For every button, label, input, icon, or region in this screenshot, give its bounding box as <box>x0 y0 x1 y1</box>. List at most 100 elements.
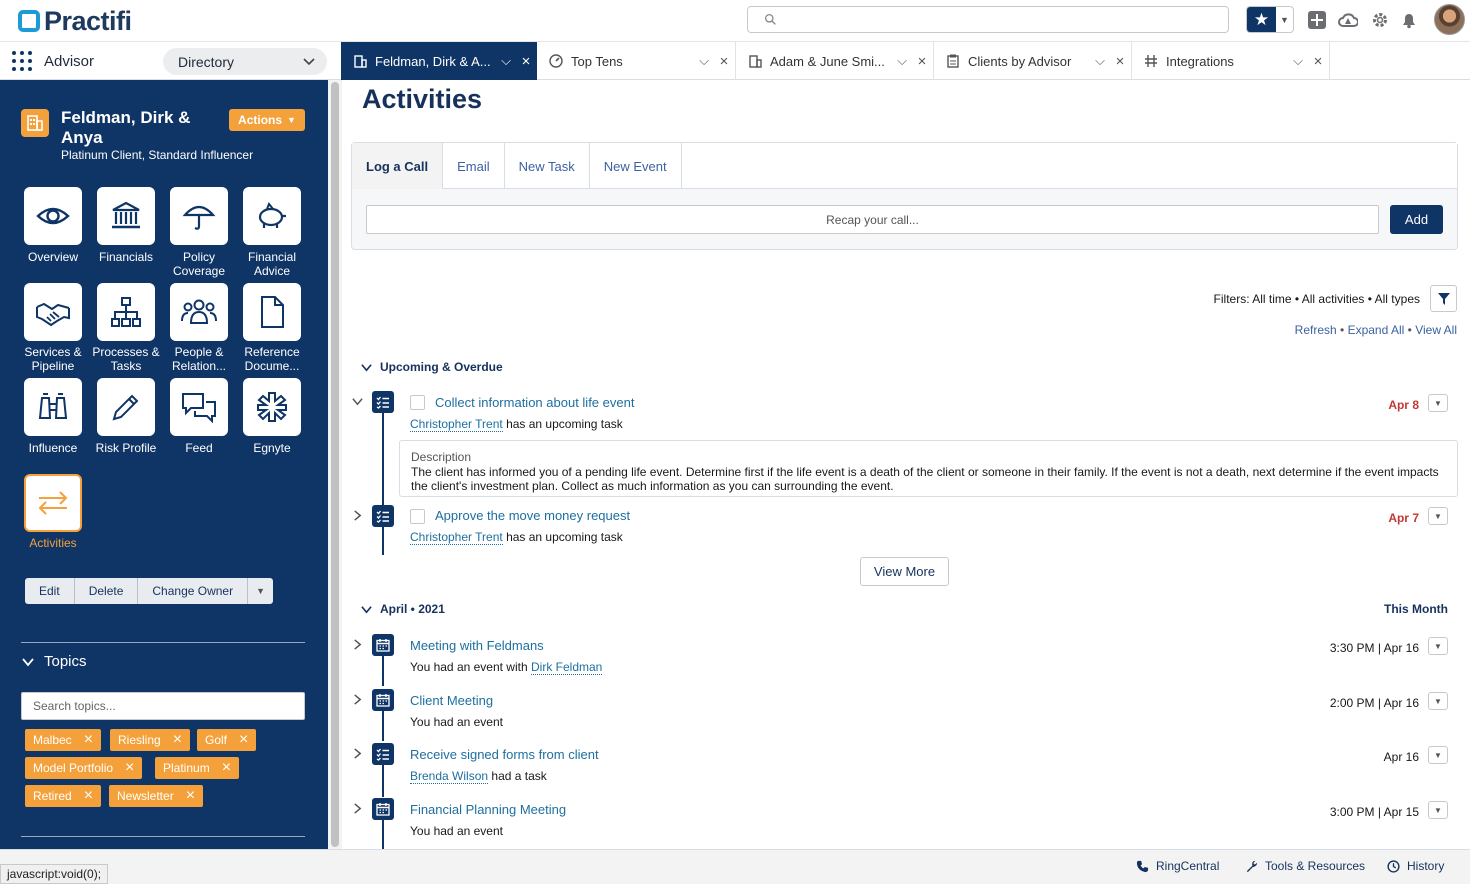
tile-overview[interactable] <box>24 187 82 245</box>
row-actions-dropdown[interactable]: ▼ <box>1428 801 1448 819</box>
tab-email[interactable]: Email <box>443 143 505 189</box>
app-launcher-icon[interactable] <box>12 51 32 71</box>
close-icon[interactable]: × <box>84 788 93 804</box>
trailhead-button[interactable] <box>1337 9 1359 31</box>
row-actions-dropdown[interactable]: ▼ <box>1428 507 1448 525</box>
tile-egnyte[interactable] <box>243 378 301 436</box>
tab-new-event[interactable]: New Event <box>590 143 682 189</box>
task-checkbox[interactable] <box>410 395 425 410</box>
tile-services-pipeline[interactable] <box>24 283 82 341</box>
favorites-button[interactable]: ★ ▼ <box>1246 6 1294 33</box>
hierarchy-icon <box>111 297 141 327</box>
sidebar-scrollbar[interactable] <box>328 80 342 849</box>
tile-reference-documents[interactable] <box>243 283 301 341</box>
person-link[interactable]: Christopher Trent <box>410 417 503 432</box>
notifications-button[interactable] <box>1398 9 1420 31</box>
chevron-down-icon <box>361 363 372 372</box>
global-search-input[interactable] <box>747 6 1229 33</box>
tile-processes-tasks[interactable] <box>97 283 155 341</box>
close-icon[interactable]: × <box>515 53 537 70</box>
tab-new-task[interactable]: New Task <box>505 143 590 189</box>
row-actions-dropdown[interactable]: ▼ <box>1428 637 1448 655</box>
star-icon[interactable]: ★ <box>1247 7 1276 32</box>
delete-button[interactable]: Delete <box>74 578 139 604</box>
chevron-down-icon[interactable]: ⌵ <box>497 53 515 69</box>
tile-risk-profile[interactable] <box>97 378 155 436</box>
tab-top-tens[interactable]: Top Tens ⌵ × <box>537 42 736 80</box>
chevron-right-icon[interactable] <box>352 693 362 708</box>
person-link[interactable]: Christopher Trent <box>410 530 503 545</box>
close-icon[interactable]: × <box>84 732 93 748</box>
refresh-link[interactable]: Refresh <box>1295 323 1337 337</box>
change-owner-button[interactable]: Change Owner <box>138 578 249 604</box>
chevron-down-icon[interactable]: ⌵ <box>893 53 911 69</box>
add-button[interactable]: Add <box>1390 205 1443 234</box>
person-link[interactable]: Dirk Feldman <box>531 660 603 675</box>
eye-icon <box>36 207 70 225</box>
tile-financials[interactable] <box>97 187 155 245</box>
close-icon[interactable]: × <box>713 53 735 70</box>
person-link[interactable]: Brenda Wilson <box>410 769 489 784</box>
directory-select[interactable]: Directory <box>163 48 327 75</box>
upcoming-section-toggle[interactable]: Upcoming & Overdue <box>361 360 503 374</box>
month-section-toggle[interactable]: April • 2021 <box>361 602 445 616</box>
activity-title-link[interactable]: Financial Planning Meeting <box>410 802 566 817</box>
close-icon[interactable]: × <box>222 760 231 776</box>
chevron-right-icon[interactable] <box>352 638 362 653</box>
tile-activities[interactable] <box>24 474 82 532</box>
close-icon[interactable]: × <box>173 732 182 748</box>
tab-clients-by-advisor[interactable]: Clients by Advisor ⌵ × <box>934 42 1132 80</box>
chevron-down-icon[interactable] <box>352 395 363 410</box>
activity-title-link[interactable]: Client Meeting <box>410 693 493 708</box>
view-more-button[interactable]: View More <box>860 557 949 586</box>
tab-feldman[interactable]: Feldman, Dirk & A... ⌵ × <box>341 42 537 80</box>
chevron-right-icon[interactable] <box>352 747 362 762</box>
tile-feed[interactable] <box>170 378 228 436</box>
activity-title-link[interactable]: Meeting with Feldmans <box>410 638 544 653</box>
activity-title-link[interactable]: Receive signed forms from client <box>410 747 599 762</box>
topic-search-input[interactable]: Search topics... <box>21 692 305 720</box>
view-all-link[interactable]: View All <box>1415 323 1457 337</box>
user-avatar[interactable] <box>1434 4 1465 35</box>
close-icon[interactable]: × <box>911 53 933 70</box>
edit-button[interactable]: Edit <box>25 578 75 604</box>
close-icon[interactable]: × <box>239 732 248 748</box>
chevron-right-icon[interactable] <box>352 802 362 817</box>
expand-all-link[interactable]: Expand All <box>1348 323 1405 337</box>
more-actions-button[interactable]: ▼ <box>248 578 274 604</box>
history-utility[interactable]: History <box>1387 859 1444 873</box>
chevron-down-icon[interactable]: ⌵ <box>695 53 713 69</box>
activity-title-link[interactable]: Approve the move money request <box>435 508 630 523</box>
actions-button[interactable]: Actions ▼ <box>229 109 305 131</box>
chevron-down-icon[interactable]: ⌵ <box>1289 53 1307 69</box>
close-icon[interactable]: × <box>1307 53 1329 70</box>
chevron-down-icon[interactable]: ⌵ <box>1091 53 1109 69</box>
task-checkbox[interactable] <box>410 509 425 524</box>
tab-adam-june-smith[interactable]: Adam & June Smi... ⌵ × <box>736 42 934 80</box>
row-actions-dropdown[interactable]: ▼ <box>1428 692 1448 710</box>
tile-influence[interactable] <box>24 378 82 436</box>
app-launcher[interactable]: Advisor <box>12 42 94 80</box>
tile-people-relationships[interactable] <box>170 283 228 341</box>
practifi-logo[interactable]: Practifi <box>18 6 132 36</box>
close-icon[interactable]: × <box>186 788 195 804</box>
tab-log-a-call[interactable]: Log a Call <box>352 143 444 189</box>
close-icon[interactable]: × <box>1109 53 1131 70</box>
filter-button[interactable] <box>1430 285 1457 312</box>
recap-call-input[interactable]: Recap your call... <box>366 205 1379 234</box>
close-icon[interactable]: × <box>125 760 134 776</box>
setup-button[interactable] <box>1369 9 1391 31</box>
ringcentral-utility[interactable]: RingCentral <box>1136 859 1219 873</box>
activity-title-link[interactable]: Collect information about life event <box>435 395 634 410</box>
clock-icon <box>1387 859 1400 873</box>
tile-financial-advice[interactable] <box>243 187 301 245</box>
tile-policy-coverage[interactable] <box>170 187 228 245</box>
row-actions-dropdown[interactable]: ▼ <box>1428 746 1448 764</box>
tab-integrations[interactable]: Integrations ⌵ × <box>1132 42 1330 80</box>
tools-resources-utility[interactable]: Tools & Resources <box>1245 859 1365 873</box>
chevron-right-icon[interactable] <box>352 509 362 524</box>
topics-section-toggle[interactable]: Topics <box>22 653 87 670</box>
row-actions-dropdown[interactable]: ▼ <box>1428 394 1448 412</box>
chevron-down-icon[interactable]: ▼ <box>1276 7 1293 32</box>
global-actions-button[interactable] <box>1306 9 1328 31</box>
